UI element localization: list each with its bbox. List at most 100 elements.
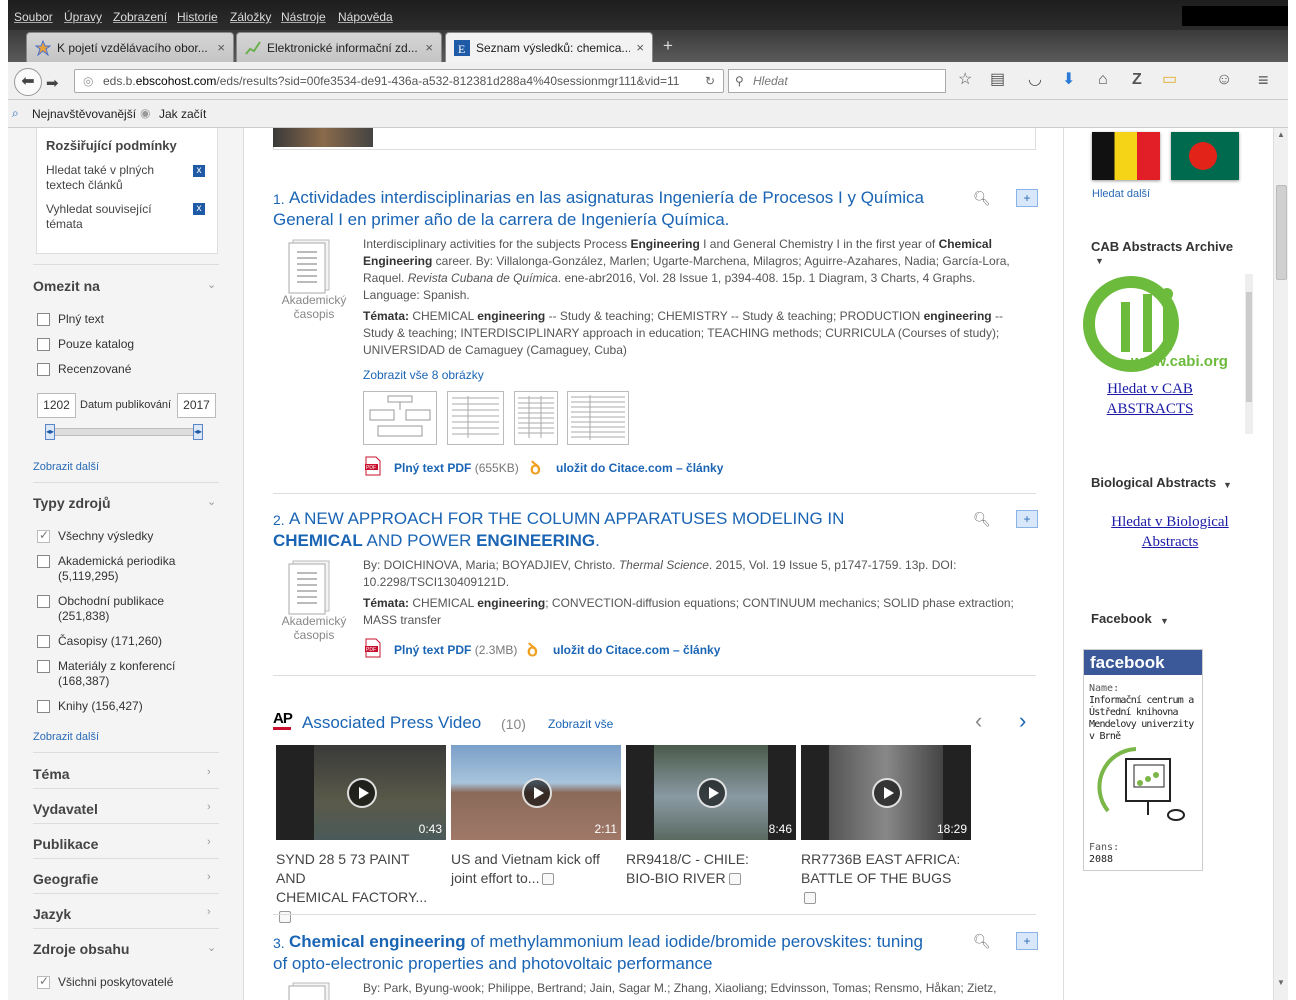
chevron-down-icon[interactable]: ⌄ — [207, 941, 216, 954]
belgium-flag-image[interactable] — [1092, 132, 1160, 180]
play-icon[interactable] — [697, 778, 727, 808]
pdf-fulltext-link[interactable]: Plný text PDF (2.3MB) — [394, 643, 517, 657]
url-bar[interactable]: ◎ eds.b.ebscohost.com/eds/results?sid=00… — [74, 69, 724, 93]
play-icon[interactable] — [347, 778, 377, 808]
source-types-heading[interactable]: Typy zdrojů — [33, 495, 111, 511]
menu-zalozky[interactable]: Záložky — [230, 10, 271, 24]
close-tab-icon[interactable]: × — [636, 40, 644, 55]
show-more-link[interactable]: Zobrazit další — [33, 461, 99, 473]
preview-icon[interactable] — [728, 873, 741, 886]
checkbox-peer-reviewed[interactable] — [37, 363, 50, 376]
date-slider-track[interactable] — [48, 428, 202, 436]
checkbox-magazines[interactable] — [37, 635, 50, 648]
bangladesh-flag-image[interactable] — [1171, 132, 1239, 180]
chevron-right-icon[interactable]: › — [207, 836, 211, 848]
menu-hamburger-icon[interactable]: ≡ — [1258, 71, 1269, 89]
checkbox-catalog[interactable] — [37, 338, 50, 351]
facet-publisher[interactable]: Vydavatel — [33, 801, 98, 817]
ap-video-title[interactable]: Associated Press Video — [302, 713, 481, 733]
menu-soubor[interactable]: Soubor — [14, 10, 53, 24]
image-thumbnail[interactable] — [363, 391, 437, 445]
search-input[interactable]: ⚲ Hledat — [728, 69, 946, 93]
dropdown-caret-icon[interactable]: ▼ — [1160, 616, 1169, 626]
result-3-title[interactable]: Chemical engineering of methylammonium l… — [273, 931, 923, 975]
library-logo-image[interactable] — [1096, 745, 1192, 827]
facet-language[interactable]: Jazyk — [33, 906, 71, 922]
menu-nastroje[interactable]: Nástroje — [281, 10, 326, 24]
back-button[interactable]: ⬅ — [14, 68, 42, 96]
menu-napoveda[interactable]: Nápověda — [338, 10, 393, 24]
close-tab-icon[interactable]: × — [425, 40, 433, 55]
reload-icon[interactable]: ↻ — [700, 70, 715, 92]
home-icon[interactable]: ⌂ — [1098, 72, 1108, 88]
play-icon[interactable] — [872, 778, 902, 808]
video-caption[interactable]: RR9418/C - CHILE: BIO-BIO RIVER — [626, 850, 791, 888]
forward-button[interactable]: ➡ — [46, 74, 59, 92]
search-biological-link[interactable]: Hledat v Biological Abstracts — [1094, 512, 1246, 552]
fb-page-name[interactable]: Informační centrum a Ústřední knihovna M… — [1089, 695, 1201, 743]
scroll-thumb[interactable] — [1246, 292, 1252, 402]
download-icon[interactable]: ⬇ — [1062, 72, 1075, 88]
add-to-folder-icon[interactable]: + — [1016, 189, 1038, 207]
date-from-input[interactable]: 1202 — [37, 393, 76, 418]
checkbox-trade[interactable] — [37, 595, 50, 608]
image-thumbnail[interactable] — [447, 391, 504, 445]
preview-icon[interactable] — [542, 873, 555, 886]
biological-abstracts-heading[interactable]: Biological Abstracts — [1091, 475, 1216, 490]
video-thumbnail-2[interactable]: 2:11 — [451, 745, 621, 840]
checkbox-fulltext[interactable] — [37, 313, 50, 326]
preview-icon[interactable] — [804, 892, 816, 905]
zotero-icon[interactable]: Z — [1132, 72, 1142, 88]
add-to-folder-icon[interactable]: + — [1016, 510, 1038, 528]
carousel-prev-button[interactable]: ‹ — [975, 708, 982, 734]
dropdown-caret-icon[interactable]: ▼ — [1223, 480, 1232, 490]
dropdown-caret-icon[interactable]: ▼ — [1095, 256, 1104, 266]
remove-expander-icon[interactable]: x — [193, 165, 205, 177]
checkbox-all-results[interactable] — [37, 528, 50, 543]
show-more-link[interactable]: Zobrazit další — [33, 731, 99, 743]
citace-save-link[interactable]: uložit do Citace.com – články — [556, 461, 723, 475]
page-scrollbar[interactable]: ▲ ▼ — [1273, 128, 1288, 1000]
ap-show-all-link[interactable]: Zobrazit vše — [548, 717, 613, 731]
facet-content-providers[interactable]: Zdroje obsahu — [33, 941, 129, 957]
smiley-icon[interactable]: ☺ — [1216, 72, 1232, 88]
tab-1[interactable]: K pojetí vzdělávacího obor... × — [26, 32, 234, 62]
chevron-right-icon[interactable]: › — [207, 906, 211, 918]
chevron-down-icon[interactable]: ⌄ — [207, 278, 216, 291]
checkbox-books[interactable] — [37, 700, 50, 713]
bookmark-jak-zacit[interactable]: Jak začít — [159, 107, 206, 121]
date-to-input[interactable]: 2017 — [177, 393, 216, 418]
facet-subject[interactable]: Téma — [33, 766, 70, 782]
play-icon[interactable] — [522, 778, 552, 808]
image-thumbnail[interactable] — [514, 391, 558, 445]
search-more-link[interactable]: Hledat další — [1092, 188, 1150, 200]
checkbox-conference[interactable] — [37, 660, 50, 673]
scroll-thumb[interactable] — [1276, 185, 1287, 280]
academic-journal-icon[interactable] — [287, 238, 333, 294]
chevron-down-icon[interactable]: ⌄ — [207, 495, 216, 508]
preview-magnifier-icon[interactable]: 🔍︎ — [973, 511, 991, 528]
menu-zobrazeni[interactable]: Zobrazení — [113, 10, 167, 24]
tab-3-active[interactable]: E Seznam výsledků: chemica... × — [445, 32, 653, 62]
image-thumbnail[interactable] — [567, 391, 629, 445]
video-thumbnail-3[interactable]: 8:46 — [626, 745, 796, 840]
carousel-next-button[interactable]: › — [1019, 708, 1026, 734]
facebook-logo[interactable]: facebook — [1084, 650, 1202, 675]
checkbox-all-providers[interactable] — [37, 974, 50, 989]
academic-journal-icon[interactable] — [287, 981, 333, 1000]
remove-expander-icon[interactable]: x — [193, 203, 205, 215]
result-1-title[interactable]: Actividades interdisciplinarias en las a… — [273, 187, 933, 231]
add-to-folder-icon[interactable]: + — [1016, 932, 1038, 950]
scroll-down-arrow-icon[interactable]: ▼ — [1277, 978, 1285, 987]
bookmark-nejnavstevovanejsi[interactable]: Nejnavštěvovanější — [32, 107, 136, 121]
citace-save-link[interactable]: uložit do Citace.com – články — [553, 643, 720, 657]
cab-widget-scrollbar[interactable] — [1245, 274, 1253, 434]
chevron-right-icon[interactable]: › — [207, 766, 211, 778]
menu-upravy[interactable]: Úpravy — [64, 10, 102, 24]
chevron-right-icon[interactable]: › — [207, 871, 211, 883]
video-thumbnail-1[interactable]: 0:43 — [276, 745, 446, 840]
preview-magnifier-icon[interactable]: 🔍︎ — [973, 933, 991, 950]
pocket-icon[interactable]: ◡ — [1028, 72, 1042, 88]
preview-magnifier-icon[interactable]: 🔍︎ — [973, 190, 991, 207]
folder-icon[interactable]: ▭ — [1162, 72, 1177, 88]
